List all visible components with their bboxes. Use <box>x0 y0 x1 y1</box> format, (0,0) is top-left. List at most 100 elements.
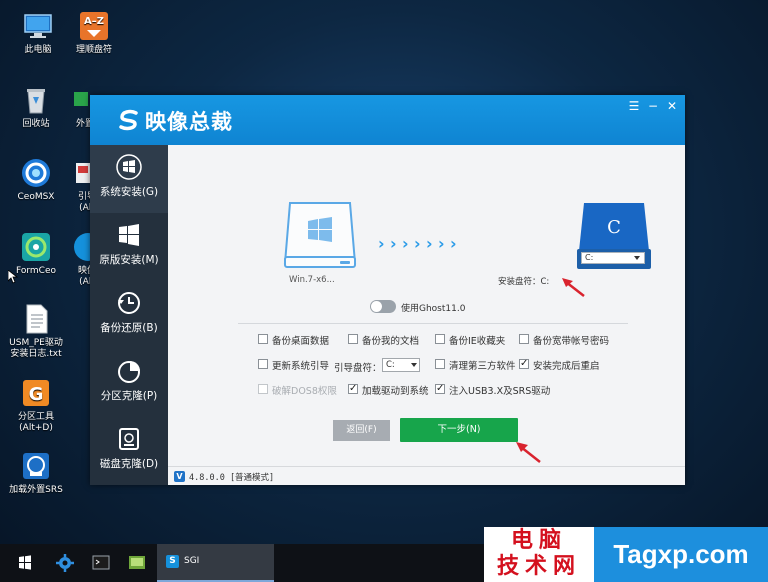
desktop-icon-ceomsx[interactable]: CeoMSX <box>6 157 66 203</box>
menu-icon[interactable]: ☰ <box>627 99 641 113</box>
start-button[interactable] <box>10 544 40 582</box>
checkbox[interactable] <box>348 383 358 394</box>
taskbar-app-gear[interactable] <box>54 544 76 582</box>
backup-clock-icon <box>116 290 142 316</box>
divider <box>238 323 628 324</box>
sidebar-item-backup-restore[interactable]: 备份还原(B) <box>90 281 168 349</box>
gear-icon <box>56 554 74 572</box>
app-window: 映像总裁 ☰ − ✕ 系统安装(G) 原版安装(M) 备份还原(B) 分区克隆(… <box>90 95 685 485</box>
red-arrow-annotation-icon <box>560 276 586 301</box>
ghost-toggle-label: 使用Ghost11.0 <box>401 304 466 314</box>
option-label: 安装完成后重启 <box>533 361 600 372</box>
explorer-icon <box>129 556 145 569</box>
watermark-line2: 技术网 <box>496 554 581 579</box>
status-bar: V 4.8.0.0 [普通模式] <box>168 466 685 485</box>
chevron-right-icon: › <box>426 234 433 253</box>
svg-text:G: G <box>29 384 44 405</box>
desktop-icon-label: USM_PE驱动 <box>9 338 63 348</box>
sidebar-item-system-install[interactable]: 系统安装(G) <box>90 145 168 213</box>
checkbox[interactable] <box>348 334 358 344</box>
desktop-icon-recycle-bin[interactable]: 回收站 <box>6 84 66 130</box>
chevron-down-icon <box>634 256 640 260</box>
az-sort-icon: A–Z <box>78 10 110 42</box>
desktop-icon-this-pc[interactable]: 此电脑 <box>8 10 68 56</box>
taskbar-app-cmd[interactable] <box>90 544 112 582</box>
windows-grid-icon <box>116 222 142 248</box>
sidebar-item-label: 系统安装(G) <box>99 186 159 198</box>
option-label: 备份IE收藏夹 <box>449 336 506 347</box>
app-logo-icon <box>118 109 140 131</box>
target-drive-select[interactable]: C: <box>581 252 645 264</box>
app-title: 映像总裁 <box>145 110 233 134</box>
option-label: 注入USB3.X及SRS驱动 <box>449 386 551 397</box>
option-label: 备份宽带帐号密码 <box>533 336 610 347</box>
chevron-right-icon: › <box>402 234 409 253</box>
option-label: 备份我的文档 <box>362 336 420 347</box>
boot-drive-select[interactable]: C: <box>382 358 420 372</box>
chevron-right-icon: › <box>378 234 385 253</box>
sidebar-item-disk-clone[interactable]: 磁盘克隆(D) <box>90 417 168 485</box>
desktop-icon-label: CeoMSX <box>17 192 55 202</box>
windows-start-icon <box>19 555 31 570</box>
chevron-down-icon <box>411 363 417 367</box>
option-label: 清理第三方软件 <box>449 361 516 372</box>
checkbox[interactable] <box>258 359 268 369</box>
target-drive-select-value: C: <box>585 253 594 262</box>
desktop-icon-drive-letter[interactable]: A–Z 理顺盘符 <box>64 10 124 56</box>
windows-logo-icon <box>116 154 142 180</box>
svg-text:A–Z: A–Z <box>84 16 104 27</box>
chevron-right-icon: › <box>390 234 397 253</box>
desktop-icon-label: 理顺盘符 <box>75 45 112 55</box>
checkbox[interactable] <box>435 383 445 394</box>
mouse-cursor-icon <box>7 269 19 287</box>
boot-drive-label: 引导盘符： <box>334 363 382 374</box>
sidebar-item-partition-clone[interactable]: 分区克隆(P) <box>90 349 168 417</box>
ghost-toggle[interactable] <box>370 300 396 313</box>
desktop-icon-label-2: (Alt+D) <box>19 423 53 433</box>
checkbox[interactable] <box>258 334 268 344</box>
watermark-left: 电脑 技术网 <box>484 527 594 582</box>
next-button[interactable]: 下一步(N) <box>400 418 518 442</box>
disk-icon <box>116 426 142 452</box>
checkbox[interactable] <box>519 358 529 369</box>
option-label: 加载驱动到系统 <box>362 386 429 397</box>
taskbar-app-explorer[interactable] <box>126 544 148 582</box>
close-icon[interactable]: ✕ <box>665 99 679 113</box>
taskbar-app-label: SGI <box>184 556 200 566</box>
chevron-right-icon: › <box>450 234 457 253</box>
computer-icon <box>22 10 54 42</box>
sidebar-item-original-install[interactable]: 原版安装(M) <box>90 213 168 281</box>
minimize-icon[interactable]: − <box>646 99 660 113</box>
checkbox[interactable] <box>435 334 445 344</box>
source-image-disk[interactable] <box>280 201 360 274</box>
option-label: 备份桌面数据 <box>272 336 330 347</box>
option-label: 破解DOS8权限 <box>272 386 337 397</box>
pie-chart-icon <box>116 358 142 384</box>
option-label: 更新系统引导 <box>272 361 330 372</box>
sidebar-item-label: 磁盘克隆(D) <box>99 458 159 470</box>
version-text: 4.8.0.0 [普通模式] <box>189 473 275 483</box>
command-prompt-icon <box>92 555 110 570</box>
srs-icon <box>20 450 52 482</box>
source-image-label: Win.7-x6... <box>289 275 335 285</box>
title-bar[interactable]: 映像总裁 ☰ − ✕ <box>90 95 685 145</box>
sidebar-item-label: 分区克隆(P) <box>100 390 158 402</box>
sidebar-item-label: 备份还原(B) <box>100 322 158 334</box>
desktop-icon-partition-tool[interactable]: G 分区工具 (Alt+D) <box>6 377 66 434</box>
chevron-right-icon: › <box>414 234 421 253</box>
boot-drive-value: C: <box>386 360 395 370</box>
desktop-icon-driver-log[interactable]: USM_PE驱动 安装日志.txt <box>6 303 66 360</box>
watermark-line1: 电脑 <box>510 528 567 553</box>
install-drive-label: 安装盘符：C: <box>498 277 550 287</box>
checkbox[interactable] <box>435 359 445 369</box>
back-button[interactable]: 返回(F) <box>333 420 390 441</box>
main-content: Win.7-x6... › › › › › › › C C: 安装盘符：C: 使… <box>168 145 685 485</box>
checkbox <box>258 384 268 394</box>
checkbox[interactable] <box>519 334 529 344</box>
desktop-icon-load-srs[interactable]: 加载外置SRS <box>6 450 66 496</box>
taskbar-app-sgi[interactable]: S SGI <box>157 544 274 582</box>
sidebar-item-label: 原版安装(M) <box>99 254 159 266</box>
chevron-right-icon: › <box>438 234 445 253</box>
watermark-site: Tagxp.com <box>594 527 768 582</box>
desktop-icon-label-2: 安装日志.txt <box>10 349 62 359</box>
